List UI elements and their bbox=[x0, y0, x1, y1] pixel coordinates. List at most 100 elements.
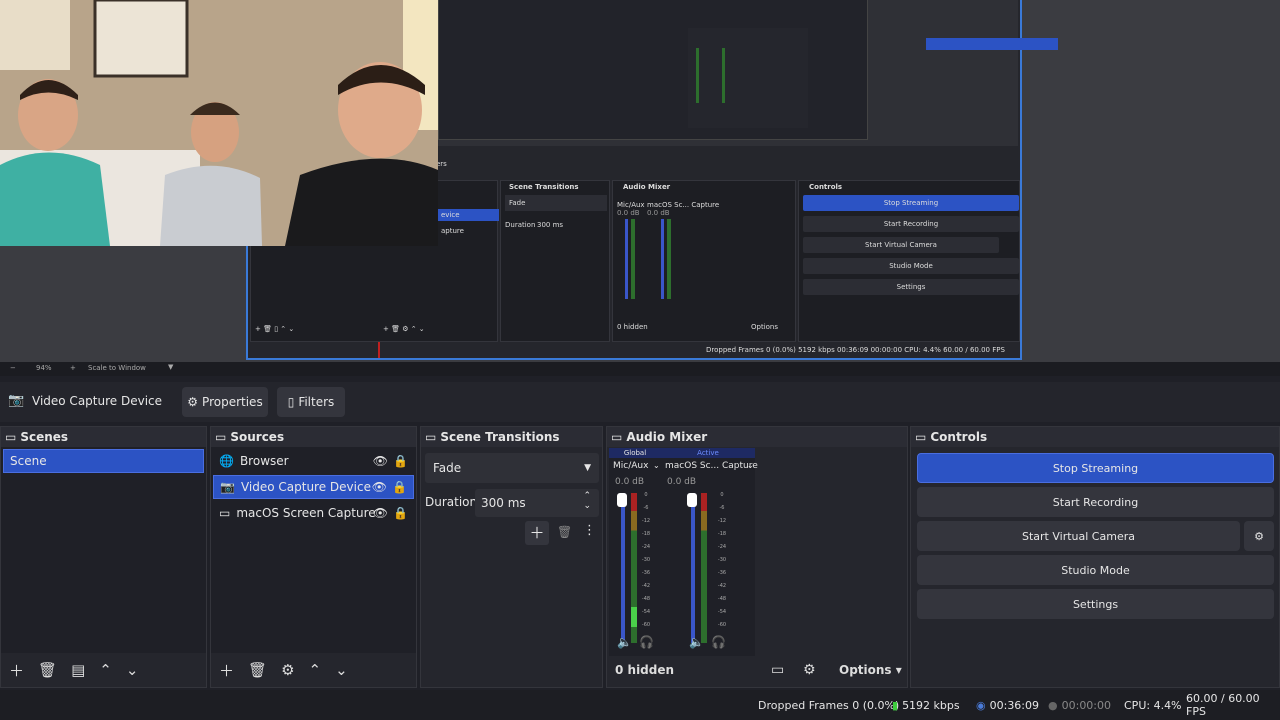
gear-icon: ⚙ bbox=[1254, 529, 1264, 543]
controls-dock: ▭ Controls Stop Streaming Start Recording… bbox=[910, 426, 1280, 688]
fps-readout: 60.00 / 60.00 FPS bbox=[1186, 692, 1260, 718]
cpu-usage: CPU: 4.4% bbox=[1124, 698, 1182, 712]
webcam-video-source[interactable] bbox=[0, 0, 438, 246]
transition-select[interactable]: Fade ▼ bbox=[425, 453, 599, 483]
stop-streaming-button[interactable]: Stop Streaming bbox=[917, 453, 1274, 483]
filters-button[interactable]: ▯ Filters bbox=[277, 387, 345, 417]
gear-icon[interactable]: ⚙ bbox=[803, 662, 816, 678]
settings-button[interactable]: Settings bbox=[917, 589, 1274, 619]
trash-icon[interactable]: 🗑 bbox=[248, 661, 267, 679]
nested-controls-dock: Controls Stop Streaming Start Recording … bbox=[798, 180, 1020, 342]
move-down-icon[interactable]: ⌄ bbox=[335, 661, 348, 679]
controls-body: Stop Streaming Start Recording Start Vir… bbox=[911, 447, 1279, 687]
dropped-frames: Dropped Frames 0 (0.0%) bbox=[758, 698, 900, 712]
preview-canvas[interactable]: ers evice apture + 🗑 ▯ ⌃ ⌄ + 🗑 ⚙ ⌃ ⌄ Sce… bbox=[0, 0, 1280, 362]
chevron-down-icon: ▼ bbox=[584, 463, 591, 473]
lock-icon[interactable]: 🔒 bbox=[393, 506, 408, 520]
move-up-icon[interactable]: ⌃ bbox=[309, 661, 322, 679]
source-item-video-capture[interactable]: 📷 Video Capture Device 👁 🔒 bbox=[213, 475, 414, 499]
start-recording-button[interactable]: Start Recording bbox=[917, 487, 1274, 517]
headphone-icon[interactable]: 🎧 bbox=[639, 635, 654, 649]
chevron-down-icon[interactable]: ▼ bbox=[168, 363, 173, 371]
audio-mixer-dock: ▭ Audio Mixer Global Active Mic/Aux ⌄ mac… bbox=[606, 426, 908, 688]
trash-icon[interactable]: 🗑 bbox=[557, 525, 572, 539]
add-source-icon[interactable]: ＋ bbox=[219, 660, 234, 681]
add-scene-icon[interactable]: ＋ bbox=[9, 660, 24, 681]
nested-mixer-dock: Audio Mixer Mic/Aux macOS Sc... Capture … bbox=[612, 180, 796, 342]
controls-dock-header: ▭ Controls bbox=[911, 427, 1279, 447]
filters-icon[interactable]: ▤ bbox=[71, 661, 85, 679]
gear-icon[interactable]: ⚙ bbox=[281, 661, 294, 679]
meter-scale-1: 0 -6 -12 -18 -24 -30 -36 -42 -48 -54 -60 bbox=[641, 492, 651, 628]
scene-item[interactable]: Scene bbox=[3, 449, 204, 473]
studio-mode-button[interactable]: Studio Mode bbox=[917, 555, 1274, 585]
eye-icon[interactable]: 👁 bbox=[373, 454, 388, 468]
selected-source-name: Video Capture Device bbox=[32, 394, 163, 408]
source-item-screen-capture[interactable]: ▭ macOS Screen Capture 👁 🔒 bbox=[213, 501, 414, 525]
fader-handle-1[interactable] bbox=[617, 493, 627, 507]
transitions-dock: ▭ Scene Transitions Fade ▼ Duration 300 m… bbox=[420, 426, 603, 688]
channel-mic-aux[interactable]: Mic/Aux bbox=[613, 461, 648, 471]
preview-margin bbox=[1022, 0, 1280, 362]
eye-icon[interactable]: 👁 bbox=[372, 480, 387, 494]
level-meter-2 bbox=[701, 493, 707, 643]
dock-icon: ▭ bbox=[425, 430, 437, 444]
scenes-list: Scene bbox=[1, 447, 206, 653]
record-time: ● 00:00:00 bbox=[1048, 698, 1112, 712]
zoom-level: 94% bbox=[36, 364, 52, 372]
volume-slider-2[interactable] bbox=[691, 493, 695, 643]
mixer-toolbar: 0 hidden ▭ ⚙ Options ▾ bbox=[607, 653, 907, 687]
sources-dock: ▭ Sources 🌐 Browser 👁 🔒 📷 Video Capture Dev… bbox=[210, 426, 417, 688]
globe-icon: 🌐 bbox=[219, 454, 234, 468]
dock-icon: ▭ bbox=[611, 430, 623, 444]
peak-bar-1 bbox=[631, 607, 637, 627]
move-up-icon[interactable]: ⌃ bbox=[99, 661, 112, 679]
start-virtual-camera-button[interactable]: Start Virtual Camera bbox=[917, 521, 1240, 551]
properties-button[interactable]: ⚙ Properties bbox=[182, 387, 268, 417]
nested-status: Dropped Frames 0 (0.0%) 5192 kbps 00:36:… bbox=[706, 346, 1005, 354]
speaker-icon[interactable]: 🔈 bbox=[617, 635, 632, 649]
options-button[interactable]: Options ▾ bbox=[839, 663, 902, 677]
eye-icon[interactable]: 👁 bbox=[373, 506, 388, 520]
fader-handle-2[interactable] bbox=[687, 493, 697, 507]
channel-screen-capture[interactable]: macOS Sc... Capture bbox=[665, 461, 758, 471]
move-down-icon[interactable]: ⌄ bbox=[126, 661, 139, 679]
chevron-down-icon[interactable]: ⌄ bbox=[653, 461, 660, 470]
volume-slider-1[interactable] bbox=[621, 493, 625, 643]
db-level-2: 0.0 dB bbox=[667, 477, 697, 487]
filter-icon: ▯ bbox=[287, 395, 295, 409]
db-level-1: 0.0 dB bbox=[615, 477, 645, 487]
zoom-out-icon[interactable]: − bbox=[10, 364, 16, 372]
status-bar: Dropped Frames 0 (0.0%) ▮ 5192 kbps ◉ 00:3… bbox=[0, 690, 1280, 720]
dock-icon: ▭ bbox=[5, 430, 17, 444]
add-transition-button[interactable]: ＋ bbox=[525, 521, 549, 545]
bitrate: ▮ 5192 kbps bbox=[892, 698, 960, 712]
scenes-dock-header: ▭ Scenes bbox=[1, 427, 206, 447]
transitions-body: Fade ▼ Duration 300 ms ⌃ ⌄ ＋ 🗑 ⋮ bbox=[421, 447, 602, 653]
chevron-down-icon[interactable]: ⌄ bbox=[747, 461, 754, 470]
monitor-icon: ▭ bbox=[219, 506, 231, 520]
gear-icon: ⚙ bbox=[187, 395, 199, 409]
record-icon: ● bbox=[1048, 698, 1058, 712]
source-item-browser[interactable]: 🌐 Browser 👁 🔒 bbox=[213, 449, 414, 473]
duration-spinbox[interactable]: 300 ms ⌃ ⌄ bbox=[475, 489, 599, 517]
headphone-icon[interactable]: 🎧 bbox=[711, 635, 726, 649]
trash-icon[interactable]: 🗑 bbox=[38, 661, 57, 679]
nested-mixer-mini bbox=[688, 28, 808, 128]
layout-icon[interactable]: ▭ bbox=[771, 662, 784, 678]
virtual-camera-settings-button[interactable]: ⚙ bbox=[1244, 521, 1274, 551]
zoom-in-icon[interactable]: + bbox=[70, 364, 76, 372]
sources-dock-header: ▭ Sources bbox=[211, 427, 416, 447]
lock-icon[interactable]: 🔒 bbox=[392, 480, 407, 494]
spin-up-icon[interactable]: ⌃ bbox=[583, 491, 591, 501]
more-icon[interactable]: ⋮ bbox=[583, 523, 596, 538]
signal-bars-icon: ▮ bbox=[892, 698, 899, 712]
lock-icon[interactable]: 🔒 bbox=[393, 454, 408, 468]
stream-icon: ◉ bbox=[976, 698, 986, 712]
global-header: Global bbox=[609, 448, 661, 458]
scale-mode-select[interactable]: Scale to Window bbox=[88, 364, 146, 372]
dock-icon: ▭ bbox=[215, 430, 227, 444]
zoom-bar: − 94% + Scale to Window ▼ bbox=[0, 362, 1280, 376]
spin-down-icon[interactable]: ⌄ bbox=[583, 501, 591, 511]
speaker-icon[interactable]: 🔈 bbox=[689, 635, 704, 649]
